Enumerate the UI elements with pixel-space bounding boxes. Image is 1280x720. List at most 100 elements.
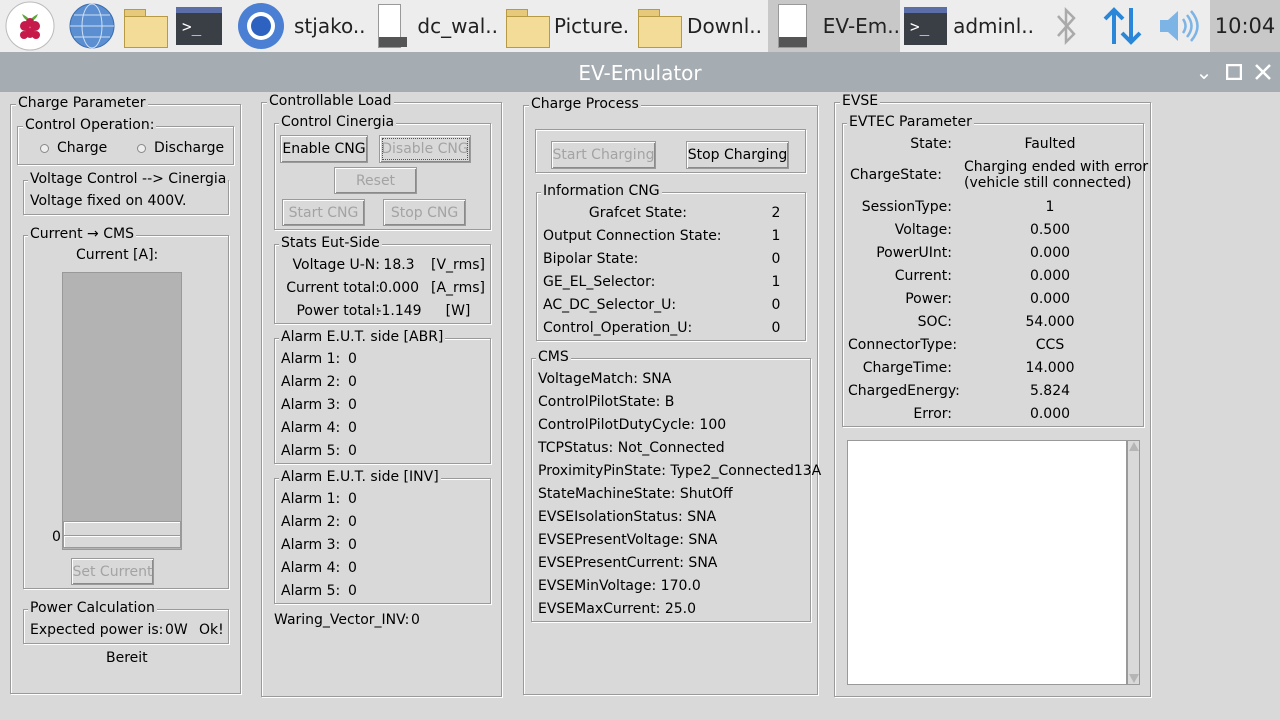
log-scrollbar[interactable] [1127, 440, 1140, 685]
evtec-label: ChargedEnergy: [848, 383, 960, 399]
globe-icon [69, 3, 115, 49]
bluetooth-icon [1057, 6, 1076, 46]
stats-unit: [A_rms] [431, 280, 485, 296]
evtec-value: 0.000 [1029, 268, 1071, 284]
file-manager-launcher[interactable] [122, 0, 168, 52]
stats-label: Voltage U-N: [292, 257, 380, 273]
alarm-value: 0 [348, 443, 357, 459]
evtec-label: Current: [894, 268, 952, 284]
terminal-launcher[interactable]: >_ [176, 0, 222, 52]
control-operation-legend: Control Operation: [23, 117, 157, 133]
evtec-label: Power: [905, 291, 952, 307]
taskbar: >_ stjako.. dc_wal.. Picture. Downl.. EV… [0, 0, 1280, 52]
discharge-radio-label[interactable]: Discharge [154, 140, 224, 156]
stop-cng-button[interactable]: Stop CNG [383, 199, 466, 226]
alarm-label: Alarm 4: [281, 420, 341, 436]
cms-line: EVSEPresentCurrent: SNA [538, 555, 718, 571]
charge-radio-label[interactable]: Charge [57, 140, 107, 156]
network-icon [1103, 7, 1142, 45]
alarm-label: Alarm 1: [281, 351, 341, 367]
discharge-radio[interactable] [137, 144, 146, 153]
browser-launcher[interactable] [68, 0, 116, 52]
scroll-down-arrow-icon[interactable] [1129, 674, 1139, 683]
taskbar-item-label: EV-Em.. [822, 14, 900, 38]
stats-eut-side-legend: Stats Eut-Side [279, 235, 382, 251]
evtec-value: 5.824 [1029, 383, 1071, 399]
status-text: Bereit [106, 650, 148, 666]
evtec-label: Voltage: [894, 222, 952, 238]
alarm-abr-legend: Alarm E.U.T. side [ABR] [279, 329, 446, 345]
evtec-value: 14.000 [1025, 360, 1075, 376]
cms-line: EVSEMinVoltage: 170.0 [538, 578, 701, 594]
info-value: 1 [771, 228, 781, 244]
raspberry-menu-button[interactable] [4, 0, 56, 52]
scroll-up-arrow-icon[interactable] [1129, 442, 1139, 451]
evtec-value: 0.000 [1029, 406, 1071, 422]
cms-line: ControlPilotDutyCycle: 100 [538, 417, 727, 433]
disable-cng-button[interactable]: Disable CNG [379, 135, 471, 163]
controllable-load-legend: Controllable Load [267, 93, 394, 109]
stats-value: 18.3 [383, 257, 415, 273]
terminal-icon: >_ [904, 7, 948, 45]
taskbar-item-terminal[interactable]: >_ adminl.. [904, 0, 1034, 52]
evtec-value: 0.500 [1029, 222, 1071, 238]
maximize-button[interactable] [1222, 60, 1246, 84]
alarm-label: Alarm 3: [281, 537, 341, 553]
taskbar-item-chromium[interactable]: stjako.. [236, 0, 372, 52]
cms-line: ControlPilotState: B [538, 394, 675, 410]
evtec-label: ChargeState: [849, 167, 942, 183]
current-slider-trough[interactable] [62, 272, 182, 550]
evtec-value: 1 [1045, 199, 1055, 215]
taskbar-item-pictures[interactable]: Picture. [504, 0, 630, 52]
start-cng-button[interactable]: Start CNG [282, 199, 365, 226]
alarm-inv-legend: Alarm E.U.T. side [INV] [279, 469, 441, 485]
cms-line: StateMachineState: ShutOff [538, 486, 733, 502]
log-textarea[interactable] [847, 440, 1127, 685]
start-charging-button[interactable]: Start Charging [551, 141, 656, 169]
stats-label: Power total: [296, 303, 380, 319]
set-current-button[interactable]: Set Current [71, 558, 154, 585]
alarm-value: 0 [348, 374, 357, 390]
taskbar-item-label: Picture. [554, 14, 630, 38]
evtec-label: PowerUInt: [876, 245, 952, 261]
chromium-icon [238, 3, 284, 49]
reset-button[interactable]: Reset [334, 167, 417, 194]
taskbar-item-dc-wal[interactable]: dc_wal.. [378, 0, 498, 52]
volume-icon [1160, 10, 1199, 42]
alarm-value: 0 [348, 491, 357, 507]
alarm-value: 0 [348, 560, 357, 576]
minimize-button[interactable]: ⌄ [1192, 60, 1216, 84]
alarm-label: Alarm 5: [281, 443, 341, 459]
window-titlebar[interactable]: EV-Emulator ⌄ [0, 52, 1280, 92]
network-button[interactable] [1100, 0, 1146, 52]
voltage-control-legend: Voltage Control --> Cinergia [28, 171, 229, 187]
alarm-value: 0 [348, 583, 357, 599]
warning-vector-value: 0 [411, 612, 420, 628]
close-button[interactable] [1251, 60, 1275, 84]
clock[interactable]: 10:04 [1210, 0, 1280, 52]
evtec-value-line2: (vehicle still connected) [964, 175, 1132, 191]
evtec-label: SessionType: [861, 199, 952, 215]
bluetooth-button[interactable] [1052, 0, 1080, 52]
info-value: 2 [771, 205, 781, 221]
alarm-label: Alarm 1: [281, 491, 341, 507]
close-icon [1255, 64, 1271, 80]
taskbar-item-label: Downl.. [687, 14, 762, 38]
volume-button[interactable] [1156, 0, 1202, 52]
alarm-label: Alarm 3: [281, 397, 341, 413]
voltage-control-text: Voltage fixed on 400V. [30, 193, 187, 209]
document-icon [378, 4, 408, 48]
evtec-value: 0.000 [1029, 245, 1071, 261]
folder-icon [504, 7, 550, 48]
taskbar-item-ev-emulator[interactable]: EV-Em.. [768, 0, 900, 52]
charge-radio[interactable] [40, 144, 49, 153]
current-slider-handle[interactable] [63, 521, 181, 548]
enable-cng-button[interactable]: Enable CNG [280, 135, 368, 163]
current-legend: Current → CMS [28, 226, 136, 242]
information-cng-legend: Information CNG [541, 183, 662, 199]
evtec-value: 0.000 [1029, 291, 1071, 307]
taskbar-item-downloads[interactable]: Downl.. [636, 0, 762, 52]
stop-charging-button[interactable]: Stop Charging [686, 141, 789, 169]
evtec-label: ConnectorType: [848, 337, 958, 353]
power-calculation-legend: Power Calculation [28, 600, 157, 616]
